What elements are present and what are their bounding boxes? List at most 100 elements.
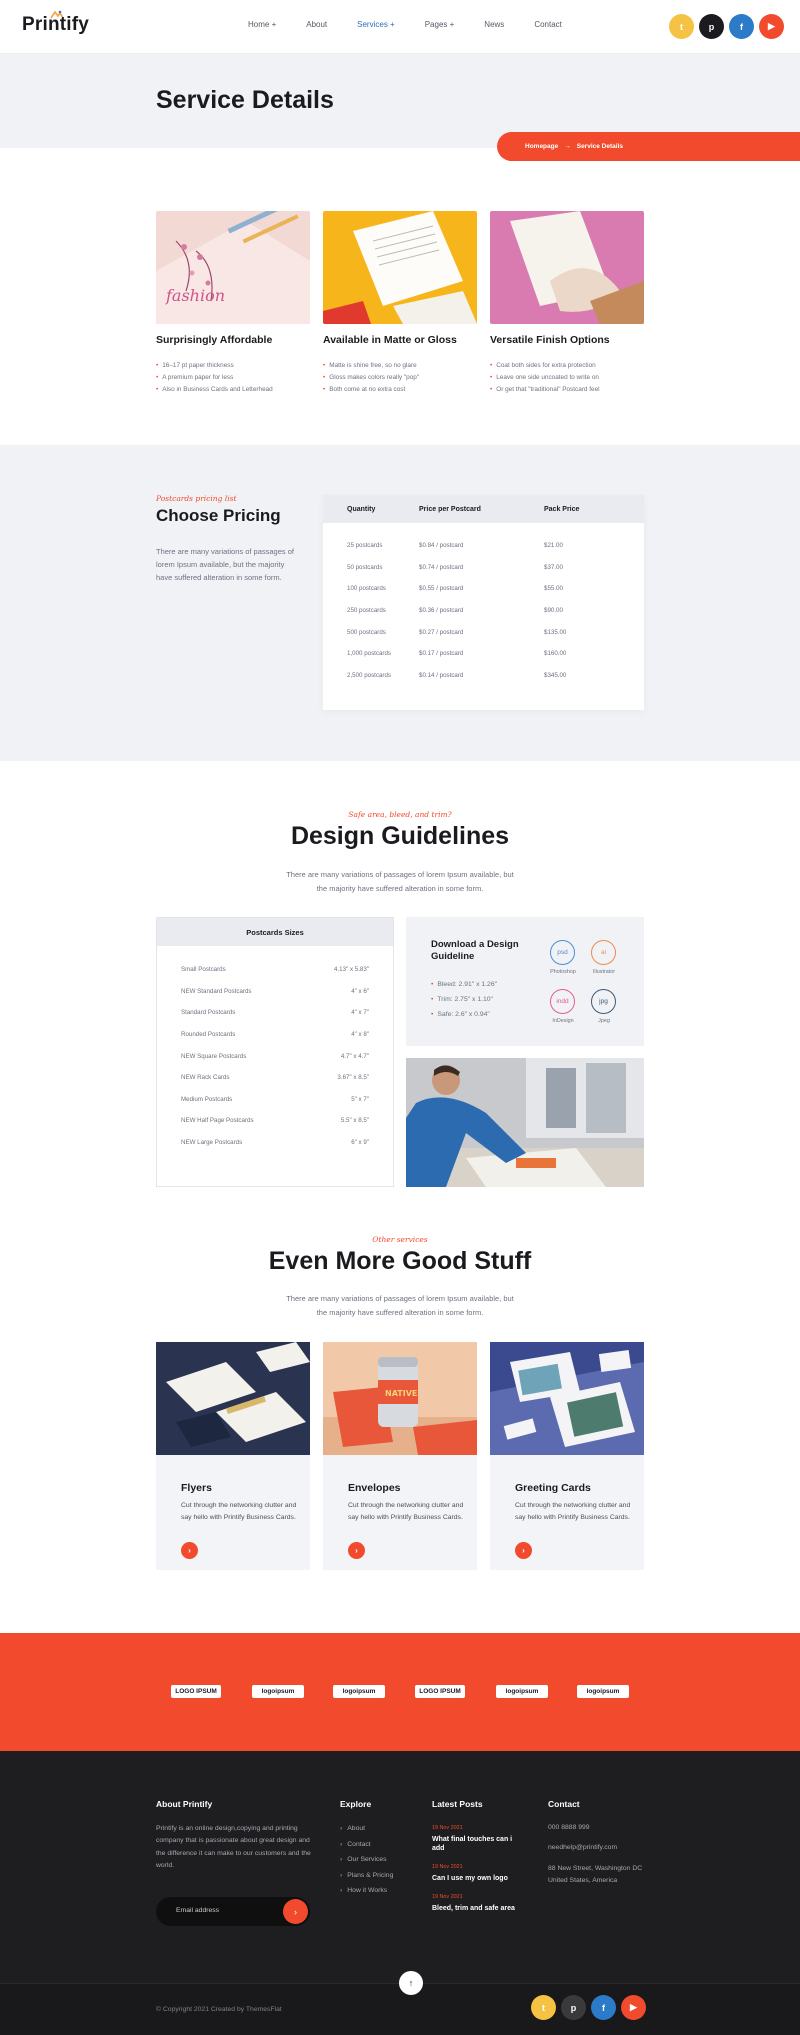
services-script-label: Other services [372,1235,428,1244]
footer-email[interactable]: needhelp@printify.com [548,1842,617,1854]
download-guideline-box: Download a Design Guideline Bleed: 2.91"… [406,917,644,1046]
pricing-title: Choose Pricing [156,506,281,525]
feature-point: Or get that "traditional" Postcard feel [490,384,599,396]
youtube-icon[interactable]: ▶ [621,1995,646,2020]
guidelines-title: Design Guidelines [290,822,510,850]
footer-address: 88 New Street, Washington DC United Stat… [548,1865,643,1885]
newsletter-submit-button[interactable]: › [283,1899,308,1924]
nav-home[interactable]: Home + [248,20,276,29]
size-name: NEW Large Postcards [181,1139,243,1147]
envelopes-image: NATIVE [323,1342,477,1455]
size-value: 4.7" x 4.7" [340,1052,369,1060]
cell: $55.00 [544,585,563,593]
cell: 2,500 postcards [347,671,392,679]
table-row: 50 postcards $0.74 / postcard $37.00 [323,557,644,579]
postcard-sizes-table: Postcards Sizes Small Postcards 4.13" x 5… [156,917,394,1187]
breadcrumb: Homepage → Service Details [497,132,800,161]
size-name: NEW Rack Cards [181,1074,230,1082]
size-row: NEW Large Postcards 6" x 9" [157,1132,393,1154]
jpeg-file-icon[interactable]: jpg [591,989,616,1014]
cell: 500 postcards [347,628,386,636]
main-nav: Home + About Services + Pages + News Con… [248,20,592,29]
guideline-point: Trim: 2.75" x 1.10" [431,992,497,1007]
partner-logo[interactable]: logoipsum [252,1685,304,1698]
envelopes-arrow-button[interactable]: › [348,1542,365,1559]
indesign-file-icon[interactable]: indd [550,989,575,1014]
post-title[interactable]: Can I use my own logo [432,1874,517,1883]
size-row: NEW Half Page Postcards 5.5" x 8.5" [157,1110,393,1132]
footer-link-contact[interactable]: Contact [340,1837,393,1853]
service-card-greeting-cards[interactable]: Greeting Cards Cut through the networkin… [490,1342,644,1570]
copyright: © Copyright 2021 Created by ThemesFlat [156,2006,282,2013]
download-guideline-title: Download a Design Guideline [431,939,519,962]
feature-title-matte-gloss: Available in Matte or Gloss [323,334,457,346]
cell: $0.74 / postcard [419,563,464,571]
partner-logos-band: LOGO IPSUM logoipsum logoipsum LOGO IPSU… [0,1633,800,1751]
post-title[interactable]: Bleed, trim and safe area [432,1904,527,1913]
partner-logo[interactable]: logoipsum [496,1685,548,1698]
partner-logo[interactable]: LOGO IPSUM [171,1685,221,1698]
page-title: Service Details [156,86,334,114]
service-card-flyers[interactable]: Flyers Cut through the networking clutte… [156,1342,310,1570]
youtube-icon[interactable]: ▶ [759,14,784,39]
partner-logo[interactable]: logoipsum [333,1685,385,1698]
cell: $0.84 / postcard [419,542,464,550]
twitter-icon[interactable]: t [669,14,694,39]
service-title-envelopes: Envelopes [348,1482,401,1494]
newsletter-email-input[interactable]: Email address [176,1905,219,1917]
size-row: Rounded Postcards 4" x 8" [157,1024,393,1046]
flyers-arrow-button[interactable]: › [181,1542,198,1559]
pricing-text: There are many variations of passages of… [156,547,294,582]
footer-explore-title: Explore [340,1799,372,1809]
nav-contact[interactable]: Contact [534,20,562,29]
size-name: Standard Postcards [181,1009,236,1017]
post-title[interactable]: What final touches can i add [432,1835,517,1853]
size-value: 4" x 7" [351,1009,369,1017]
cell: $0.17 / postcard [419,650,464,658]
post-date: 19 Nov 2021 [432,1894,463,1900]
nav-pages[interactable]: Pages + [425,20,455,29]
service-card-envelopes[interactable]: NATIVE Envelopes Cut through the network… [323,1342,477,1570]
partner-logo[interactable]: LOGO IPSUM [415,1685,465,1698]
illustrator-file-icon[interactable]: ai [591,940,616,965]
size-name: NEW Square Postcards [181,1052,247,1060]
feature-image-affordable: fashion [156,211,310,324]
services-text-line2: the majority have suffered alteration in… [316,1308,484,1317]
pinterest-icon[interactable]: p [561,1995,586,2020]
nav-services[interactable]: Services + [357,20,395,29]
breadcrumb-home[interactable]: Homepage [525,143,558,150]
size-value: 4.13" x 5.83" [333,966,369,974]
footer-phone[interactable]: 000 8888 999 [548,1822,590,1834]
site-logo[interactable]: Printify [22,14,89,36]
cell: $0.55 / postcard [419,585,464,593]
post-date: 19 Nov 2021 [432,1825,463,1831]
service-title-greeting-cards: Greeting Cards [515,1482,591,1494]
photoshop-file-icon[interactable]: psd [550,940,575,965]
svg-text:NATIVE: NATIVE [385,1389,417,1398]
cell: $345.00 [544,671,567,679]
twitter-icon[interactable]: t [531,1995,556,2020]
cell: $0.14 / postcard [419,671,464,679]
nav-news[interactable]: News [484,20,504,29]
cell: 25 postcards [347,542,383,550]
feature-title-affordable: Surprisingly Affordable [156,334,273,346]
back-to-top-button[interactable]: ↑ [399,1971,423,1995]
post-date: 19 Nov 2021 [432,1864,463,1870]
footer-socials: t p f ▶ [531,1995,646,2020]
pinterest-icon[interactable]: p [699,14,724,39]
footer-link-how-it-works[interactable]: How it Works [340,1883,393,1899]
feature-point: A premium paper for less [156,372,273,384]
footer-link-services[interactable]: Our Services [340,1852,393,1868]
facebook-icon[interactable]: f [729,14,754,39]
footer-link-about[interactable]: About [340,1821,393,1837]
partner-logo[interactable]: logoipsum [577,1685,629,1698]
size-name: Rounded Postcards [181,1031,236,1039]
facebook-icon[interactable]: f [591,1995,616,2020]
greeting-cards-arrow-button[interactable]: › [515,1542,532,1559]
size-row: NEW Standard Postcards 4" x 6" [157,981,393,1003]
nav-about[interactable]: About [306,20,327,29]
feature-point: Leave one side uncoated to write on [490,372,600,384]
header-socials: t p f ▶ [669,14,784,39]
footer-link-pricing[interactable]: Plans & Pricing [340,1868,393,1884]
table-row: 100 postcards $0.55 / postcard $55.00 [323,578,644,600]
